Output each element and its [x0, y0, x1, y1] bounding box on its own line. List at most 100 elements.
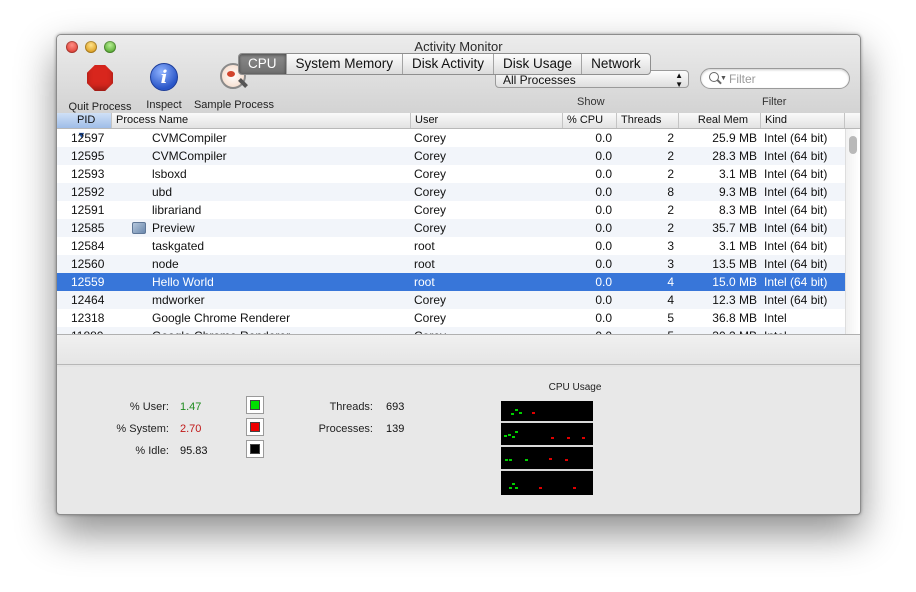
table-row[interactable]: 12592 ubd Corey 0.0 8 9.3 MB Intel (64 bit): [57, 183, 845, 201]
tab-network[interactable]: Network: [582, 54, 650, 74]
kind-cell: Intel (64 bit): [764, 293, 828, 307]
user-cell: Corey: [414, 311, 447, 325]
column-header-threads[interactable]: Threads: [617, 113, 679, 128]
process-name-cell: librariand: [152, 203, 202, 217]
processes-value: 139: [386, 423, 405, 435]
threads-cell: 4: [667, 293, 674, 307]
cpu-cell: 0.0: [595, 221, 612, 235]
cpu-activity-mark: [582, 437, 585, 439]
tab-cpu[interactable]: CPU: [239, 54, 287, 74]
user-cell: Corey: [414, 185, 447, 199]
process-name-cell: CVMCompiler: [152, 131, 227, 145]
filter-input[interactable]: [727, 71, 841, 87]
cpu-activity-mark: [505, 459, 508, 461]
stop-sign-icon: [87, 65, 113, 91]
user-cell: root: [414, 257, 435, 271]
pid-cell: 12584: [71, 239, 105, 253]
filter-label: Filter: [762, 96, 787, 108]
kind-cell: Intel (64 bit): [764, 149, 828, 163]
column-header-kind[interactable]: Kind: [761, 113, 845, 128]
inspect-button[interactable]: i Inspect: [140, 63, 188, 111]
pid-cell: 12585: [71, 221, 105, 235]
real-mem-cell: 15.0 MB: [712, 275, 757, 289]
cpu-activity-mark: [509, 487, 512, 489]
table-row[interactable]: 12585 Preview Corey 0.0 2 35.7 MB Intel (64 bi…: [57, 219, 845, 237]
real-mem-cell: 8.3 MB: [718, 203, 757, 217]
column-header-real-mem[interactable]: Real Mem: [679, 113, 761, 128]
kind-cell: Intel (64 bit): [764, 257, 828, 271]
show-label: Show: [577, 96, 605, 108]
cpu-usage-graph: [501, 401, 593, 495]
vertical-scrollbar[interactable]: [845, 129, 860, 334]
pid-cell: 12592: [71, 185, 105, 199]
table-row[interactable]: 12591 librariand Corey 0.0 2 8.3 MB Intel (64 …: [57, 201, 845, 219]
table-row[interactable]: 11880 Google Chrome Renderer Corey 0.0 5 30.2…: [57, 327, 845, 334]
threads-cell: 5: [667, 311, 674, 325]
cpu-activity-mark: [519, 412, 522, 414]
cpu-activity-mark: [504, 435, 507, 437]
kind-cell: Intel: [764, 327, 849, 334]
table-row[interactable]: 12318 Google Chrome Renderer Corey 0.0 5 36.8…: [57, 309, 845, 327]
process-table: PID ▼ Process Name User % CPU Threads Re…: [57, 113, 860, 334]
user-color-swatch[interactable]: [246, 396, 264, 414]
user-cell: root: [414, 275, 435, 289]
updown-arrows-icon: ▲ ▼: [675, 71, 683, 89]
user-cell: root: [414, 239, 435, 253]
inspect-label: Inspect: [146, 99, 182, 111]
cpu-activity-mark: [532, 412, 535, 414]
processes-label: Processes:: [318, 423, 373, 435]
idle-color-swatch[interactable]: [246, 440, 264, 458]
tab-system-memory[interactable]: System Memory: [287, 54, 404, 74]
kind-cell: Intel (64 bit): [764, 239, 828, 253]
threads-cell: 2: [667, 167, 674, 181]
process-name-cell: mdworker: [152, 293, 205, 307]
cpu-cell: 0.0: [595, 185, 612, 199]
pid-cell: 12559: [71, 275, 105, 289]
table-row[interactable]: 12464 mdworker Corey 0.0 4 12.3 MB Intel (64 b…: [57, 291, 845, 309]
table-header: PID ▼ Process Name User % CPU Threads Re…: [57, 113, 860, 140]
table-row[interactable]: 12560 node root 0.0 3 13.5 MB Intel (64 bit): [57, 255, 845, 273]
user-value: 1.47: [180, 401, 202, 413]
cpu-activity-mark: [515, 487, 518, 489]
process-name-cell: CVMCompiler: [152, 149, 227, 163]
table-row[interactable]: 12559 Hello World root 0.0 4 15.0 MB Intel (64…: [57, 273, 845, 291]
scrollbar-thumb[interactable]: [849, 136, 857, 154]
cpu-activity-mark: [512, 436, 515, 438]
column-header-cpu[interactable]: % CPU: [563, 113, 617, 128]
search-icon: [709, 72, 719, 82]
idle-value: 95.83: [180, 445, 208, 457]
column-header-spacer: [845, 113, 860, 128]
filter-search-field[interactable]: ▼: [700, 68, 850, 89]
cpu-activity-mark: [549, 458, 552, 460]
column-header-pid[interactable]: PID ▼: [57, 113, 112, 140]
table-row[interactable]: 12597 CVMCompiler Corey 0.0 2 25.9 MB Intel (6…: [57, 129, 845, 147]
cpu-usage-title: CPU Usage: [548, 382, 602, 393]
quit-process-button[interactable]: Quit Process: [65, 63, 135, 113]
table-row[interactable]: 12595 CVMCompiler Corey 0.0 2 28.3 MB Intel (6…: [57, 147, 845, 165]
table-row[interactable]: 12584 taskgated root 0.0 3 3.1 MB Intel (64 bi…: [57, 237, 845, 255]
core-divider: [501, 469, 593, 471]
pid-cell: 12464: [71, 293, 105, 307]
pid-cell: 12318: [71, 311, 105, 325]
threads-cell: 2: [667, 221, 674, 235]
pane-splitter[interactable]: [57, 334, 860, 367]
system-color-swatch[interactable]: [246, 418, 264, 436]
column-header-user[interactable]: User: [411, 113, 563, 128]
process-name-cell: Preview: [152, 221, 195, 235]
tab-disk-activity[interactable]: Disk Activity: [403, 54, 495, 74]
cpu-cell: 0.0: [595, 149, 612, 163]
real-mem-cell: 13.5 MB: [712, 257, 757, 271]
cpu-cell: 0.0: [595, 275, 612, 289]
process-name-cell: Google Chrome Renderer: [152, 311, 291, 325]
system-value: 2.70: [180, 423, 202, 435]
system-label: % System:: [116, 423, 169, 435]
pid-cell: 12591: [71, 203, 105, 217]
tab-disk-usage[interactable]: Disk Usage: [494, 54, 583, 74]
kind-cell: Intel (64 bit): [764, 131, 828, 145]
real-mem-cell: 9.3 MB: [718, 185, 757, 199]
table-row[interactable]: 12593 lsboxd Corey 0.0 2 3.1 MB Intel (64 bit): [57, 165, 845, 183]
kind-cell: Intel (64 bit): [764, 221, 828, 235]
cpu-activity-mark: [512, 483, 515, 485]
column-header-process-name[interactable]: Process Name: [112, 113, 411, 128]
search-menu-caret-icon[interactable]: ▼: [720, 75, 727, 82]
